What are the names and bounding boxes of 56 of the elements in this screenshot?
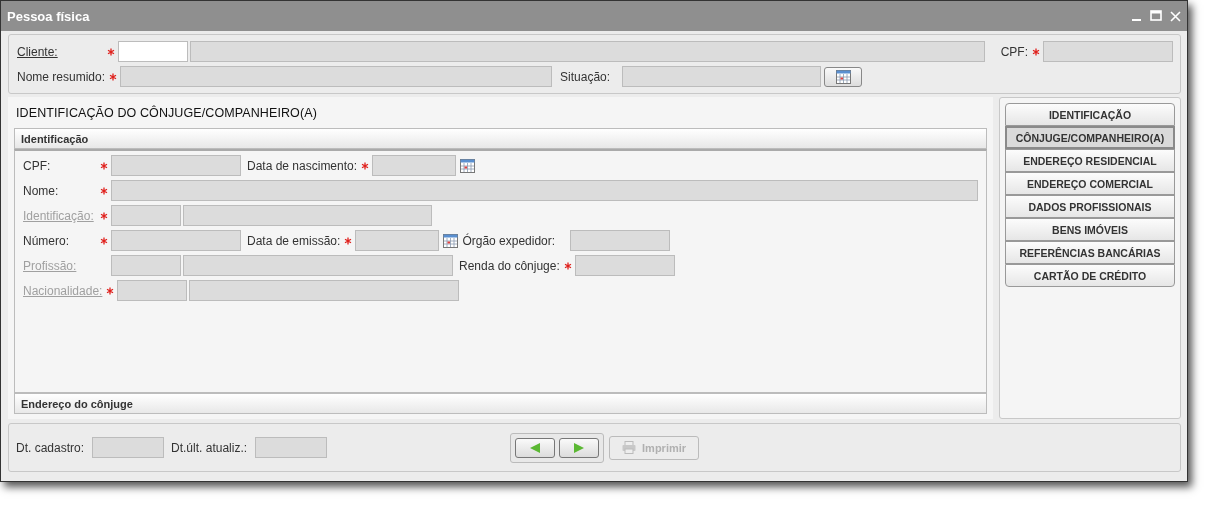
window-title: Pessoa física	[7, 8, 91, 24]
field-label: Órgão expedidor:	[462, 233, 556, 248]
input-field[interactable]	[111, 255, 181, 276]
nav-button[interactable]: ENDEREÇO COMERCIAL	[1005, 172, 1175, 195]
input-field[interactable]	[255, 437, 328, 458]
section-header[interactable]: Identificação	[14, 128, 987, 149]
input-field[interactable]	[355, 230, 440, 251]
previous-button[interactable]	[515, 437, 556, 458]
input-field[interactable]	[189, 280, 460, 301]
field-label: Número:	[23, 233, 70, 248]
calendar-icon	[443, 233, 459, 248]
calendar-icon	[460, 158, 476, 173]
field-label: Renda do cônjuge:	[459, 258, 560, 273]
input-field[interactable]	[117, 280, 188, 301]
calendar-button[interactable]	[824, 66, 863, 87]
nav-button[interactable]: CARTÃO DE CRÉDITO	[1005, 264, 1175, 287]
printer-icon	[622, 441, 637, 454]
input-field[interactable]	[111, 155, 241, 176]
left-arrow-icon	[529, 441, 542, 454]
section-header[interactable]: Endereço do cônjuge	[14, 393, 987, 414]
nav-button[interactable]: CÔNJUGE/COMPANHEIRO(A)	[1005, 126, 1175, 149]
section-title: IDENTIFICAÇÃO DO CÔNJUGE/COMPANHEIRO(A)	[16, 106, 318, 120]
input-field[interactable]	[183, 205, 432, 226]
input-field[interactable]	[118, 41, 188, 62]
next-button[interactable]	[559, 437, 600, 458]
input-field[interactable]	[111, 205, 181, 226]
calendar-icon	[835, 69, 851, 84]
nav-button[interactable]: DADOS PROFISSIONAIS	[1005, 195, 1175, 218]
input-field[interactable]	[111, 180, 978, 201]
input-field[interactable]	[183, 255, 453, 276]
input-field[interactable]	[111, 230, 241, 251]
input-field[interactable]	[622, 66, 822, 87]
field-label: Situação:	[560, 69, 608, 84]
field-label: CPF:	[1000, 44, 1028, 59]
input-field[interactable]	[372, 155, 457, 176]
input-field[interactable]	[92, 437, 165, 458]
field-label: Dt. cadastro:	[16, 440, 85, 455]
field-label: CPF:	[23, 158, 52, 173]
nav-button[interactable]: REFERÊNCIAS BANCÁRIAS	[1005, 241, 1175, 264]
right-arrow-icon	[573, 441, 586, 454]
field-link[interactable]: Cliente:	[17, 44, 103, 59]
input-field[interactable]	[570, 230, 671, 251]
field-label: Nome resumido:	[17, 69, 106, 84]
nav-button[interactable]: ENDEREÇO RESIDENCIAL	[1005, 149, 1175, 172]
input-field[interactable]	[1043, 41, 1173, 62]
nav-button[interactable]: BENS IMÓVEIS	[1005, 218, 1175, 241]
close-icon[interactable]	[1170, 10, 1181, 22]
maximize-icon[interactable]	[1150, 10, 1162, 22]
nav-button[interactable]: IDENTIFICAÇÃO	[1005, 103, 1175, 126]
field-label: Data de nascimento:	[247, 158, 358, 173]
input-field[interactable]	[190, 41, 985, 62]
input-field[interactable]	[120, 66, 553, 87]
field-label: Nome:	[23, 183, 60, 198]
input-field[interactable]	[574, 255, 675, 276]
field-label: Dt.últ. atualiz.:	[171, 440, 248, 455]
field-label: Data de emissão:	[247, 233, 341, 248]
